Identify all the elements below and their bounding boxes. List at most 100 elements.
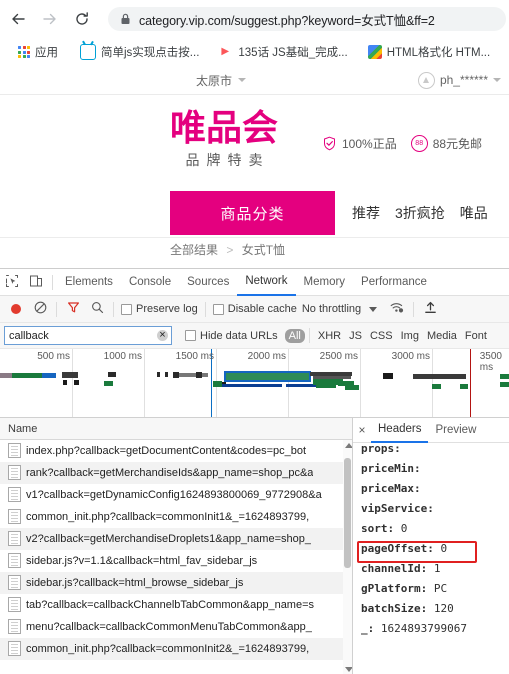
param-row: vipService: xyxy=(361,499,509,519)
search-button[interactable] xyxy=(85,297,109,321)
network-timeline-overview[interactable]: 500 ms 1000 ms 1500 ms 2000 ms 2500 ms 3… xyxy=(0,349,509,418)
tab-elements[interactable]: Elements xyxy=(57,270,121,295)
preserve-log-label: Preserve log xyxy=(136,303,198,315)
filter-type-css[interactable]: CSS xyxy=(366,329,397,343)
close-detail-button[interactable]: × xyxy=(353,423,371,437)
request-name: sidebar.js?callback=html_browse_sidebar_… xyxy=(26,576,244,589)
filter-type-font[interactable]: Font xyxy=(461,329,491,343)
table-row[interactable]: menu?callback=callbackCommonMenuTabCommo… xyxy=(0,616,352,638)
bookmark-apps[interactable]: 应用 xyxy=(14,42,62,62)
reload-button[interactable] xyxy=(68,5,96,33)
html-favicon xyxy=(367,45,382,59)
clear-input-icon[interactable]: × xyxy=(157,330,168,341)
document-icon xyxy=(8,487,21,502)
table-row[interactable]: common_init.php?callback=commonInit2&_=1… xyxy=(0,638,352,660)
table-row[interactable]: index.php?callback=getDocumentContent&co… xyxy=(0,440,352,462)
tab-network[interactable]: Network xyxy=(237,269,296,296)
nav-link-discount[interactable]: 3折疯抢 xyxy=(395,203,445,223)
request-name: common_init.php?callback=commonInit1&_=1… xyxy=(26,510,310,523)
city-label: 太原市 xyxy=(196,73,233,88)
bookmark-label: 简单js实现点击按... xyxy=(101,47,200,59)
back-button[interactable] xyxy=(4,5,32,33)
nav-category-button[interactable]: 商品分类 xyxy=(170,191,335,235)
site-logo[interactable]: 唯品会 品牌特卖 xyxy=(170,109,278,169)
request-name: index.php?callback=getDocumentContent&co… xyxy=(26,444,307,457)
inspect-element-button[interactable] xyxy=(0,270,24,294)
tab-console[interactable]: Console xyxy=(121,270,179,295)
timeline-tick: 2500 ms xyxy=(319,351,358,362)
video-favicon xyxy=(219,45,234,59)
clear-icon xyxy=(34,301,47,317)
user-account[interactable]: ph_****** xyxy=(417,71,501,89)
tab-headers[interactable]: Headers xyxy=(371,418,429,443)
forward-arrow-icon xyxy=(42,11,58,27)
username-label: ph_****** xyxy=(439,73,488,87)
badge-88-icon: 88 xyxy=(410,135,428,152)
request-list-scrollbar[interactable] xyxy=(343,440,352,674)
disable-cache-label: Disable cache xyxy=(227,303,297,315)
table-row[interactable]: rank?callback=getMerchandiseIds&app_name… xyxy=(0,462,352,484)
throttling-dropdown-arrow[interactable] xyxy=(361,297,385,321)
tab-sources[interactable]: Sources xyxy=(179,270,237,295)
nav-link-vip[interactable]: 唯品 xyxy=(460,203,488,223)
table-row[interactable]: sidebar.js?callback=html_browse_sidebar_… xyxy=(0,572,352,594)
param-row: batchSize: 120 xyxy=(361,599,509,619)
bookmark-item-2[interactable]: 135话 JS基础_完成... xyxy=(215,42,351,62)
forward-button[interactable] xyxy=(36,5,64,33)
device-toolbar-button[interactable] xyxy=(24,270,48,294)
request-name: v1?callback=getDynamicConfig162489380006… xyxy=(26,488,322,501)
scrollbar-thumb[interactable] xyxy=(344,458,351,568)
param-key: priceMin: xyxy=(361,462,421,475)
address-bar[interactable]: category.vip.com/suggest.php?keyword=女式T… xyxy=(108,7,506,31)
device-toolbar-icon xyxy=(29,274,43,291)
bookmark-item-3[interactable]: HTML格式化 HTM... xyxy=(364,42,495,62)
badge-authentic: 100%正品 xyxy=(322,135,397,152)
clear-button[interactable] xyxy=(28,297,52,321)
preserve-log-checkbox[interactable]: Preserve log xyxy=(118,303,201,315)
avatar xyxy=(417,71,435,89)
throttling-select[interactable]: No throttling xyxy=(300,303,361,315)
city-selector[interactable]: 太原市 xyxy=(196,72,247,89)
site-nav: 商品分类 推荐 3折疯抢 唯品 xyxy=(0,189,509,238)
breadcrumb: 全部结果 > 女式T恤 xyxy=(0,238,509,268)
request-list-body[interactable]: index.php?callback=getDocumentContent&co… xyxy=(0,440,352,674)
breadcrumb-item-all[interactable]: 全部结果 xyxy=(170,243,218,257)
filter-type-all[interactable]: All xyxy=(284,328,305,343)
site-badges: 100%正品 88 88元免邮 xyxy=(322,135,482,152)
table-row[interactable]: v2?callback=getMerchandiseDroplets1&app_… xyxy=(0,528,352,550)
param-key: _: xyxy=(361,622,375,635)
devtools-tabbar: Elements Console Sources Network Memory … xyxy=(0,269,509,296)
bookmark-item-1[interactable]: 简单js实现点击按... xyxy=(76,42,203,62)
param-value: 0 xyxy=(440,542,448,555)
table-row[interactable]: sidebar.js?v=1.1&callback=html_fav_sideb… xyxy=(0,550,352,572)
filter-type-xhr[interactable]: XHR xyxy=(314,329,345,343)
network-settings-button[interactable] xyxy=(385,297,409,321)
bookmark-label: 135话 JS基础_完成... xyxy=(238,47,348,59)
param-row-page-offset: pageOffset: 0 xyxy=(361,539,509,559)
filter-type-js[interactable]: JS xyxy=(345,329,366,343)
tab-performance[interactable]: Performance xyxy=(353,270,435,295)
request-name: menu?callback=callbackCommonMenuTabCommo… xyxy=(26,620,312,633)
scroll-down-icon[interactable] xyxy=(345,667,352,672)
filter-type-media[interactable]: Media xyxy=(423,329,461,343)
param-key: props: xyxy=(361,443,401,455)
filter-button[interactable] xyxy=(61,297,85,321)
record-button[interactable] xyxy=(4,297,28,321)
request-list-header[interactable]: Name xyxy=(0,418,352,440)
filter-input[interactable]: callback × xyxy=(4,326,172,345)
nav-link-recommend[interactable]: 推荐 xyxy=(352,203,380,223)
hide-data-urls-checkbox[interactable]: Hide data URLs xyxy=(182,330,281,342)
tab-memory[interactable]: Memory xyxy=(296,270,354,295)
filter-type-img[interactable]: Img xyxy=(397,329,423,343)
table-row[interactable]: v1?callback=getDynamicConfig162489380006… xyxy=(0,484,352,506)
query-string-parameters[interactable]: props: priceMin: priceMax: vipService: s… xyxy=(353,443,509,674)
scroll-up-icon[interactable] xyxy=(345,443,352,448)
table-row[interactable]: common_init.php?callback=commonInit1&_=1… xyxy=(0,506,352,528)
table-row[interactable]: tab?callback=callbackChannelbTabCommon&a… xyxy=(0,594,352,616)
document-icon xyxy=(8,509,21,524)
import-har-button[interactable] xyxy=(418,297,442,321)
timeline-tick: 500 ms xyxy=(37,351,70,362)
browser-toolbar: category.vip.com/suggest.php?keyword=女式T… xyxy=(0,0,509,38)
tab-preview[interactable]: Preview xyxy=(428,419,483,442)
disable-cache-checkbox[interactable]: Disable cache xyxy=(210,303,300,315)
